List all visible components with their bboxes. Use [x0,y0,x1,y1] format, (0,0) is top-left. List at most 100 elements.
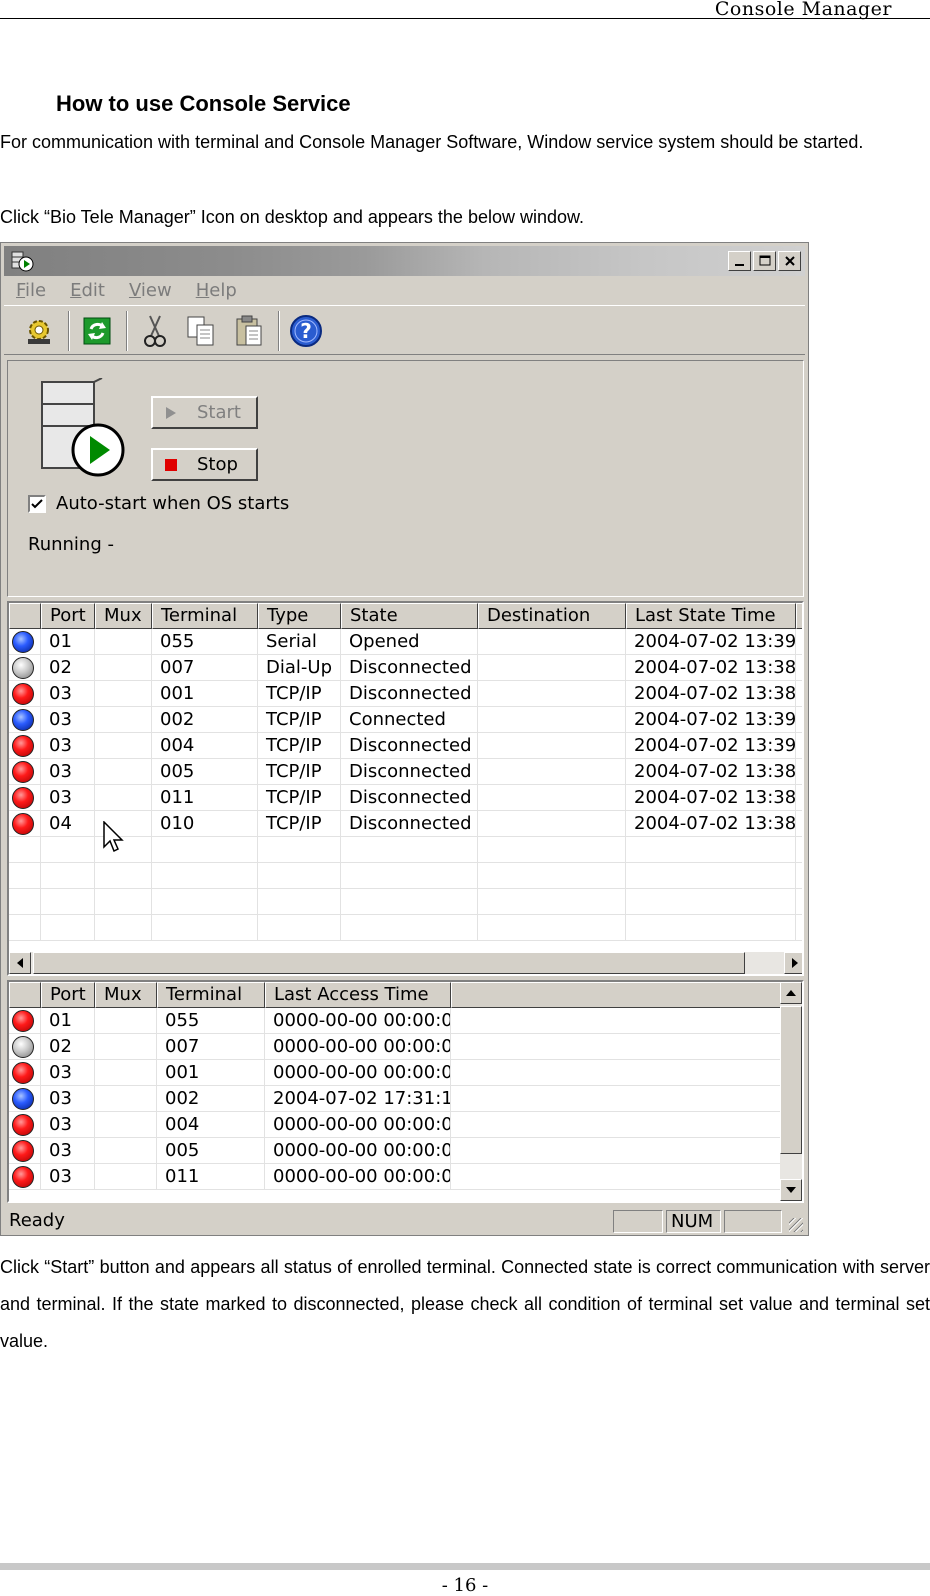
cell-time: 2004-07-02 13:39:0 [626,629,796,655]
table-row[interactable]: 02 007 Dial-Up Disconnected 2004-07-02 13:38… [9,655,802,681]
cell-terminal: 001 [152,681,258,707]
menu-help[interactable]: Help [184,278,249,304]
cell-mux [95,1138,157,1164]
menu-edit[interactable]: Edit [58,278,117,304]
help-button[interactable]: ? [285,312,327,350]
start-button[interactable]: Start [151,396,258,429]
cell-mux [95,707,152,733]
service-status-text: Running - [28,534,114,555]
cell-state: Disconnected [341,759,478,785]
table-row[interactable]: 02 007 0000-00-00 00:00:00 [9,1034,802,1060]
cell-terminal: 002 [152,707,258,733]
close-button[interactable] [778,251,801,271]
table-row[interactable]: 03 001 TCP/IP Disconnected 2004-07-02 13:38:… [9,681,802,707]
scroll-right-button[interactable] [784,952,802,974]
cell-type: Dial-Up [258,655,341,681]
cell-status [9,1008,41,1034]
table-row[interactable]: 01 055 Serial Opened 2004-07-02 13:39:0 [9,629,802,655]
cell-status [9,1086,41,1112]
column-header-state[interactable]: State [341,603,478,629]
scroll-up-button[interactable] [780,982,802,1004]
cell-status [9,733,41,759]
column-header-terminal[interactable]: Terminal [152,603,258,629]
server-running-icon [41,378,125,477]
app-icon [11,251,34,272]
cell-type [258,837,341,863]
play-icon [166,406,176,419]
column-header-terminal[interactable]: Terminal [157,982,265,1008]
cell-destination [478,785,626,811]
table-row[interactable]: 01 055 0000-00-00 00:00:00 [9,1008,802,1034]
column-header-mux[interactable]: Mux [95,982,157,1008]
cell-time: 0000-00-00 00:00:00 [265,1138,451,1164]
autostart-checkbox[interactable] [28,494,46,513]
cell-terminal: 010 [152,811,258,837]
table-row[interactable]: 03 011 TCP/IP Disconnected 2004-07-02 13:38:… [9,785,802,811]
instruction-paragraph: Click “Bio Tele Manager” Icon on desktop… [0,207,585,227]
scroll-thumb[interactable] [780,1006,802,1154]
bio-tele-manager-window: File Edit View Help ? Start Stop Auto-st… [0,242,809,1236]
cell-status [9,1034,41,1060]
scroll-thumb[interactable] [33,952,745,974]
cell-filler [451,1008,802,1034]
scroll-left-button[interactable] [9,952,31,974]
cell-state [341,889,478,915]
cell-state: Disconnected [341,733,478,759]
cell-status [9,837,41,863]
num-lock-indicator: NUM [666,1210,721,1233]
table-row[interactable]: 03 001 0000-00-00 00:00:00 [9,1060,802,1086]
mouse-cursor-icon [103,821,124,853]
table-row[interactable]: 04 010 TCP/IP Disconnected 2004-07-02 13:38:… [9,811,802,837]
window-titlebar[interactable] [4,246,805,276]
status-red-icon [12,812,34,835]
refresh-icon [83,317,111,345]
maximize-button[interactable] [753,251,776,271]
table-row [9,889,802,915]
column-header-port[interactable]: Port [41,603,95,629]
scroll-down-button[interactable] [780,1179,802,1201]
cell-port: 03 [41,1086,95,1112]
table-row[interactable]: 03 002 2004-07-02 17:31:18 [9,1086,802,1112]
horizontal-scrollbar[interactable] [9,952,802,974]
stop-button[interactable]: Stop [151,448,258,481]
copy-button[interactable] [180,312,222,350]
cell-destination [478,707,626,733]
column-header-status[interactable] [9,603,41,629]
cell-destination [478,837,626,863]
cell-port: 03 [41,759,95,785]
paste-button[interactable] [228,312,270,350]
vertical-scrollbar[interactable] [780,982,802,1201]
column-header-destination[interactable]: Destination [478,603,626,629]
table-row[interactable]: 03 005 0000-00-00 00:00:00 [9,1138,802,1164]
column-header-mux[interactable]: Mux [95,603,152,629]
cut-button[interactable] [134,312,176,350]
column-header-status[interactable] [9,982,41,1008]
cell-filler [796,707,802,733]
cell-type: TCP/IP [258,785,341,811]
refresh-button[interactable] [76,312,118,350]
status-red-icon [12,760,34,783]
menu-view[interactable]: View [117,278,184,304]
column-header-last-access-time[interactable]: Last Access Time [265,982,451,1008]
cell-mux [95,785,152,811]
column-header-last-state-time[interactable]: Last State Time [626,603,796,629]
minimize-button[interactable] [728,251,751,271]
cell-mux [95,1086,157,1112]
table-row[interactable]: 03 011 0000-00-00 00:00:00 [9,1164,802,1190]
cell-destination [478,759,626,785]
table-row[interactable]: 03 002 TCP/IP Connected 2004-07-02 13:39:0 [9,707,802,733]
column-header-type[interactable]: Type [258,603,341,629]
cell-status [9,915,41,941]
service-settings-button[interactable] [18,312,60,350]
cell-port: 03 [41,785,95,811]
resize-grip[interactable] [789,1218,803,1232]
table-row[interactable]: 03 004 0000-00-00 00:00:00 [9,1112,802,1138]
cell-status [9,1138,41,1164]
cell-status [9,707,41,733]
cell-filler [796,733,802,759]
menu-file[interactable]: File [4,278,58,304]
table-row[interactable]: 03 004 TCP/IP Disconnected 2004-07-02 13:39:… [9,733,802,759]
section-title: How to use Console Service [56,91,351,116]
column-header-port[interactable]: Port [41,982,95,1008]
table-row[interactable]: 03 005 TCP/IP Disconnected 2004-07-02 13:38:… [9,759,802,785]
